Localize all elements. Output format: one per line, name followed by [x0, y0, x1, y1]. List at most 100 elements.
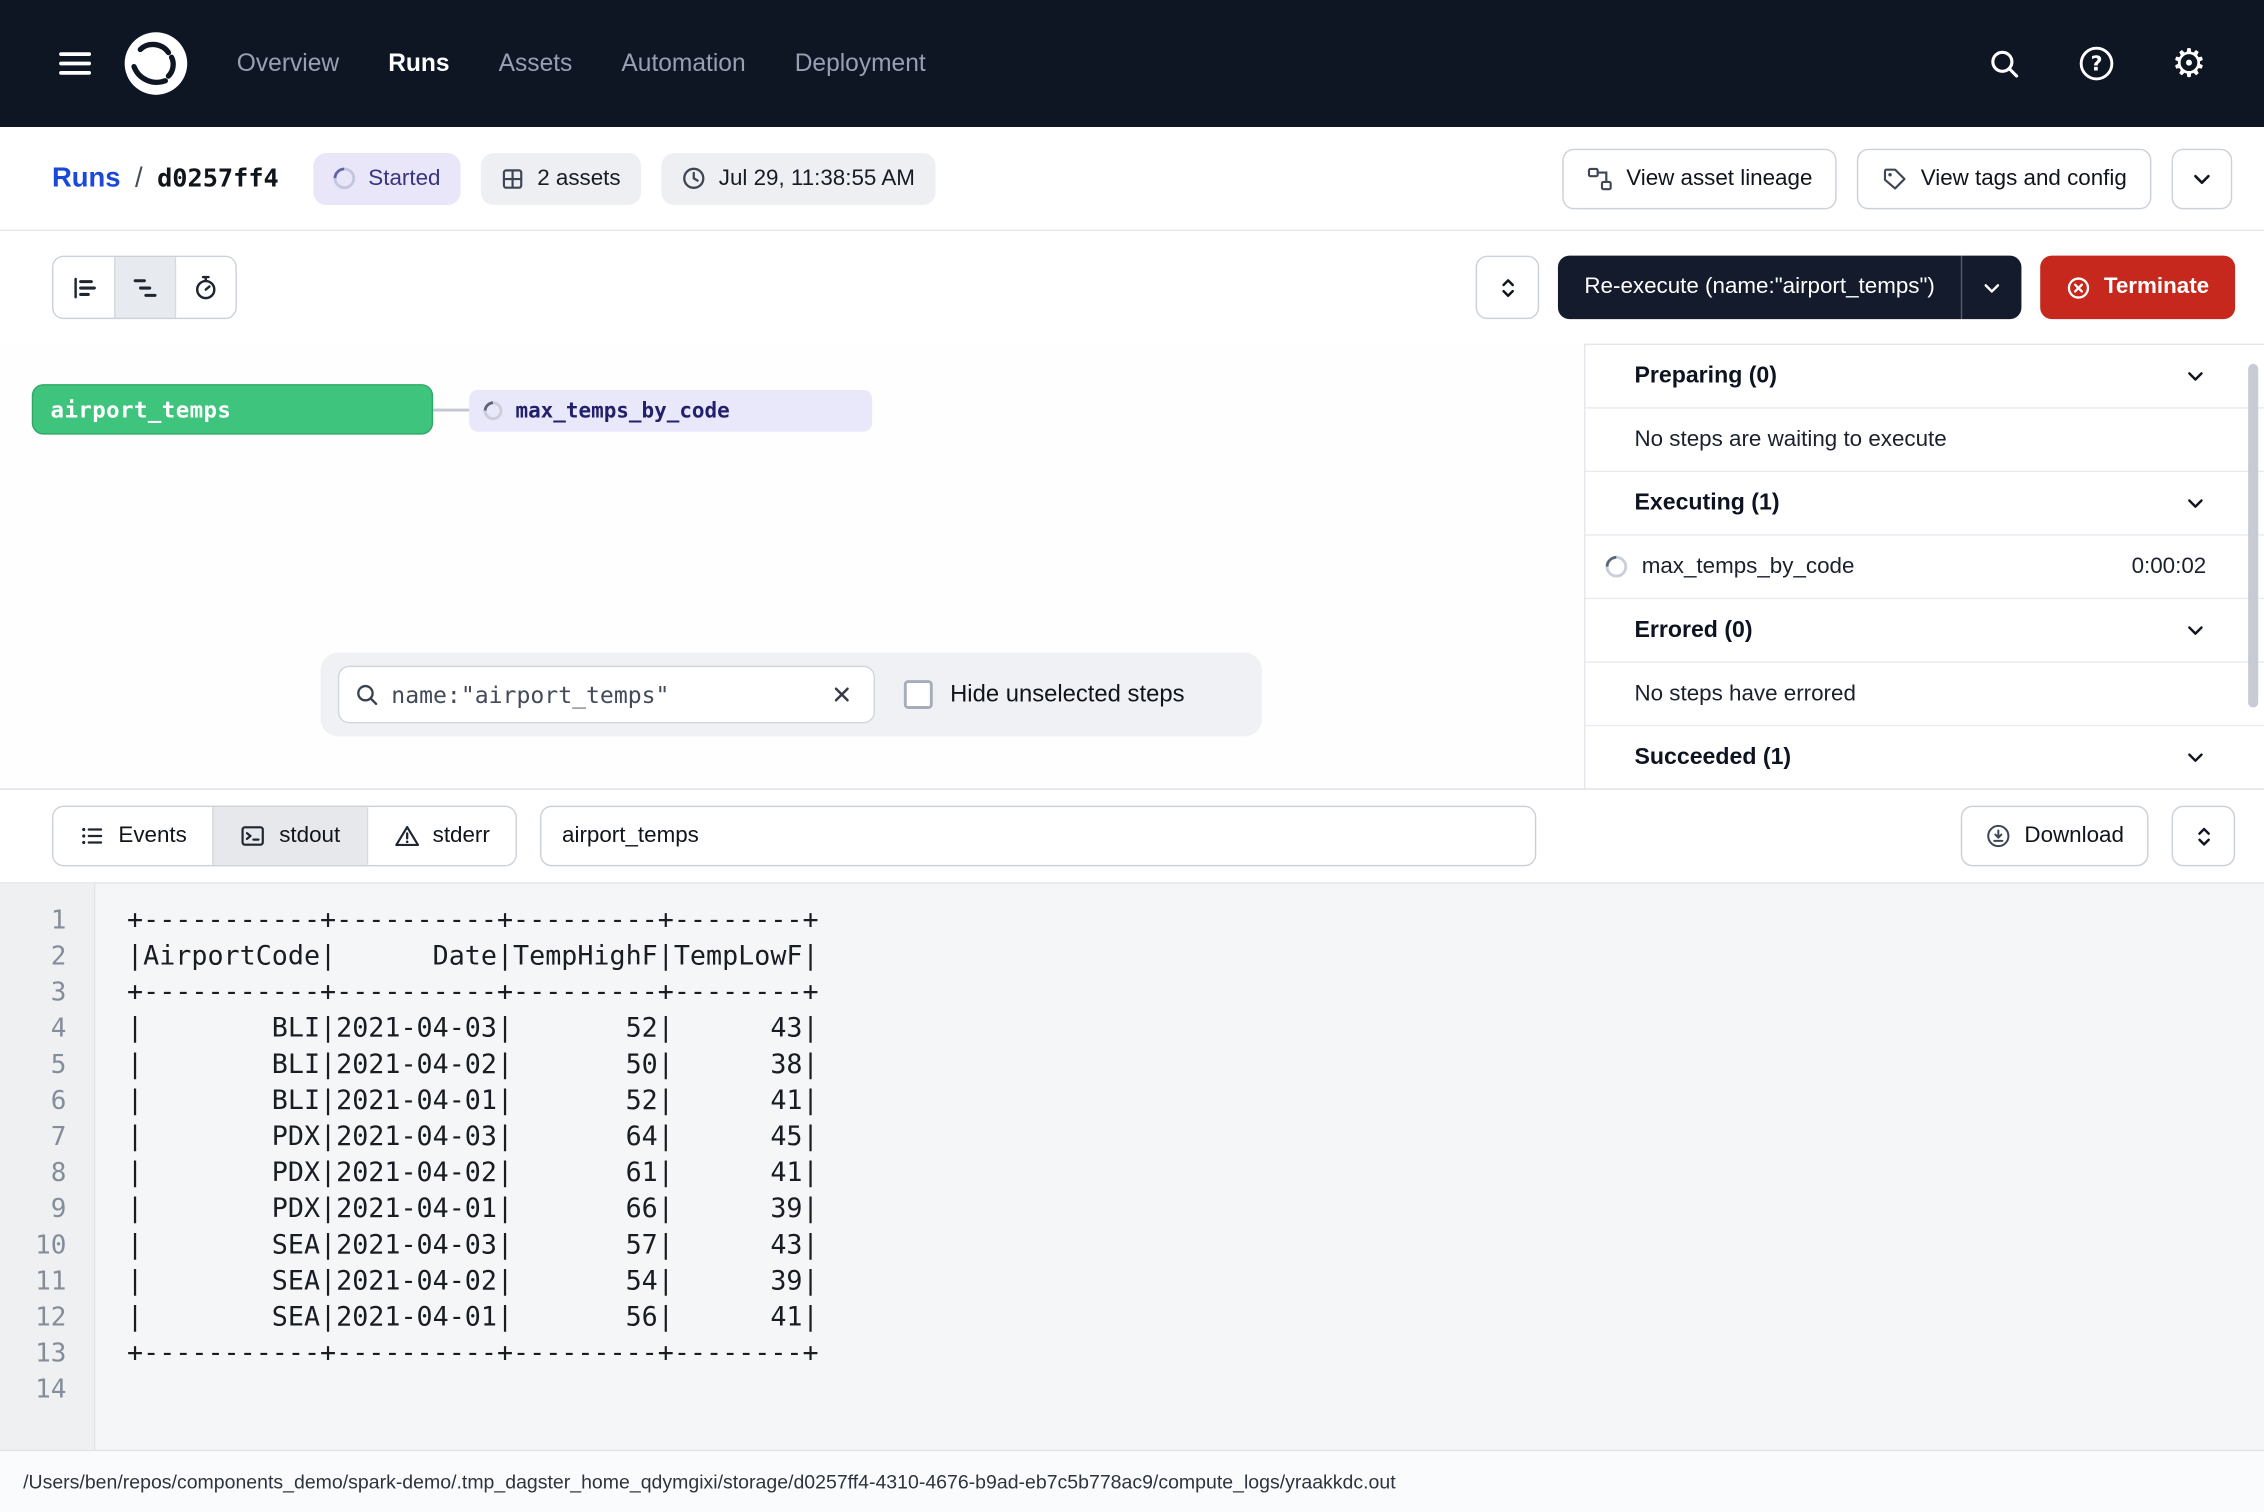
view-asset-lineage-label: View asset lineage — [1626, 165, 1812, 191]
terminate-label: Terminate — [2104, 274, 2209, 300]
chevron-down-icon — [2185, 365, 2207, 387]
view-mode-waterfall-button[interactable] — [114, 257, 175, 318]
download-button[interactable]: Download — [1961, 806, 2149, 867]
log-line: 10| SEA|2021-04-03| 57| 43| — [0, 1227, 2264, 1263]
log-line-text: | BLI|2021-04-02| 50| 38| — [95, 1047, 818, 1083]
chevron-down-icon — [2185, 492, 2207, 514]
dagster-app: Overview Runs Assets Automation Deployme… — [0, 0, 2264, 1512]
log-line: 6| BLI|2021-04-01| 52| 41| — [0, 1083, 2264, 1119]
gantt-waterfall-icon — [131, 274, 158, 301]
expand-log-panel-button[interactable] — [2172, 806, 2236, 867]
step-search-input[interactable] — [391, 681, 813, 708]
log-line-number: 14 — [0, 1372, 95, 1408]
tab-stderr[interactable]: stderr — [366, 807, 516, 865]
tab-events[interactable]: Events — [53, 807, 212, 865]
clock-icon — [681, 166, 706, 191]
view-mode-timer-button[interactable] — [175, 257, 236, 318]
log-line-number: 11 — [0, 1263, 95, 1299]
settings-button[interactable]: ⚙ — [2157, 32, 2221, 96]
tab-label: stdout — [279, 823, 340, 849]
steps-panel: Preparing (0) No steps are waiting to ex… — [1584, 344, 2264, 789]
spinner-icon — [329, 163, 360, 194]
timestamp-badge: Jul 29, 11:38:55 AM — [661, 152, 935, 204]
gantt-graph-canvas[interactable]: airport_temps max_temps_by_code — [0, 344, 1584, 789]
log-line-number: 12 — [0, 1299, 95, 1335]
log-line-text: | SEA|2021-04-03| 57| 43| — [95, 1227, 818, 1263]
logs-section: Events stdout stderr — [0, 788, 2264, 1511]
gear-icon: ⚙ — [2171, 44, 2206, 83]
log-line-text: | PDX|2021-04-03| 64| 45| — [95, 1119, 818, 1155]
hide-unselected-checkbox[interactable] — [904, 680, 933, 709]
log-line-text: +-----------+----------+---------+------… — [95, 975, 818, 1011]
assets-count-label: 2 assets — [537, 165, 620, 191]
section-title: Errored (0) — [1634, 617, 1752, 643]
steps-section-executing[interactable]: Executing (1) — [1585, 472, 2264, 536]
log-line-text: | SEA|2021-04-01| 56| 41| — [95, 1299, 818, 1335]
hamburger-menu-button[interactable] — [43, 32, 107, 96]
empty-message: No steps have errored — [1634, 681, 1855, 707]
breadcrumb-runs-link[interactable]: Runs — [52, 162, 121, 194]
run-header: Runs / d0257ff4 Started 2 assets Jul 29,… — [0, 127, 2264, 231]
steps-section-preparing[interactable]: Preparing (0) — [1585, 345, 2264, 409]
graph-node-max-temps-by-code[interactable]: max_temps_by_code — [469, 390, 872, 432]
executing-step-name: max_temps_by_code — [1642, 554, 1855, 580]
nav-item-deployment[interactable]: Deployment — [795, 49, 926, 78]
nav-item-overview[interactable]: Overview — [237, 49, 339, 78]
hide-unselected-label: Hide unselected steps — [950, 681, 1184, 708]
run-more-actions-button[interactable] — [2172, 148, 2233, 209]
terminal-icon — [240, 823, 266, 849]
view-tags-config-button[interactable]: View tags and config — [1857, 148, 2151, 209]
chevron-down-icon — [1981, 277, 2003, 299]
expand-vertical-icon — [2191, 824, 2216, 849]
log-line: 11| SEA|2021-04-02| 54| 39| — [0, 1263, 2264, 1299]
dagster-logo[interactable] — [118, 26, 193, 101]
zoom-fit-button[interactable] — [1476, 256, 1540, 320]
nav-item-automation[interactable]: Automation — [621, 49, 745, 78]
search-button[interactable] — [1972, 32, 2036, 96]
breadcrumb: Runs / d0257ff4 — [52, 162, 279, 194]
terminate-button[interactable]: Terminate — [2040, 256, 2235, 320]
logs-toolbar: Events stdout stderr — [0, 790, 2264, 882]
log-line-text: |AirportCode| Date|TempHighF|TempLowF| — [95, 939, 818, 975]
log-lines: 1+-----------+----------+---------+-----… — [0, 884, 2264, 1408]
nav-item-runs[interactable]: Runs — [388, 49, 449, 78]
executing-elapsed-time: 0:00:02 — [2132, 554, 2207, 580]
clear-search-button[interactable] — [824, 677, 859, 712]
stopwatch-icon — [192, 274, 219, 301]
view-mode-group — [52, 256, 237, 320]
tab-label: stderr — [433, 823, 490, 849]
node-label: max_temps_by_code — [515, 399, 729, 422]
executing-step-row[interactable]: max_temps_by_code 0:00:02 — [1585, 536, 2264, 600]
reexecute-button[interactable]: Re-execute (name:"airport_temps") — [1558, 256, 1960, 320]
steps-section-succeeded[interactable]: Succeeded (1) — [1585, 726, 2264, 788]
log-output-area[interactable]: 1+-----------+----------+---------+-----… — [0, 882, 2264, 1449]
primary-nav: Overview Runs Assets Automation Deployme… — [237, 49, 926, 78]
steps-preparing-empty: No steps are waiting to execute — [1585, 409, 2264, 473]
run-main-area: airport_temps max_temps_by_code — [0, 344, 2264, 789]
log-line-number: 13 — [0, 1336, 95, 1372]
run-id: d0257ff4 — [157, 164, 279, 193]
log-step-filter-input[interactable] — [540, 806, 1536, 867]
steps-section-errored[interactable]: Errored (0) — [1585, 599, 2264, 663]
log-line-number: 5 — [0, 1047, 95, 1083]
reexecute-options-button[interactable] — [1961, 256, 2022, 320]
log-line-number: 2 — [0, 939, 95, 975]
view-mode-flat-button[interactable] — [53, 257, 114, 318]
graph-node-airport-temps[interactable]: airport_temps — [32, 384, 433, 435]
log-type-tabs: Events stdout stderr — [52, 806, 517, 867]
log-line-text — [95, 1372, 127, 1408]
log-line-text: | SEA|2021-04-02| 54| 39| — [95, 1263, 818, 1299]
tab-stdout[interactable]: stdout — [213, 807, 366, 865]
view-asset-lineage-button[interactable]: View asset lineage — [1563, 148, 1837, 209]
scrollbar-thumb[interactable] — [2248, 364, 2258, 708]
graph-filter-bar: Hide unselected steps — [321, 653, 1262, 737]
nav-item-assets[interactable]: Assets — [499, 49, 573, 78]
log-line-number: 10 — [0, 1227, 95, 1263]
view-tags-config-label: View tags and config — [1921, 165, 2127, 191]
tag-icon — [1882, 165, 1908, 191]
help-button[interactable]: ? — [2065, 32, 2129, 96]
log-line-text: | BLI|2021-04-01| 52| 41| — [95, 1083, 818, 1119]
hamburger-icon — [56, 45, 94, 83]
log-line: 7| PDX|2021-04-03| 64| 45| — [0, 1119, 2264, 1155]
assets-grid-icon — [501, 167, 524, 190]
